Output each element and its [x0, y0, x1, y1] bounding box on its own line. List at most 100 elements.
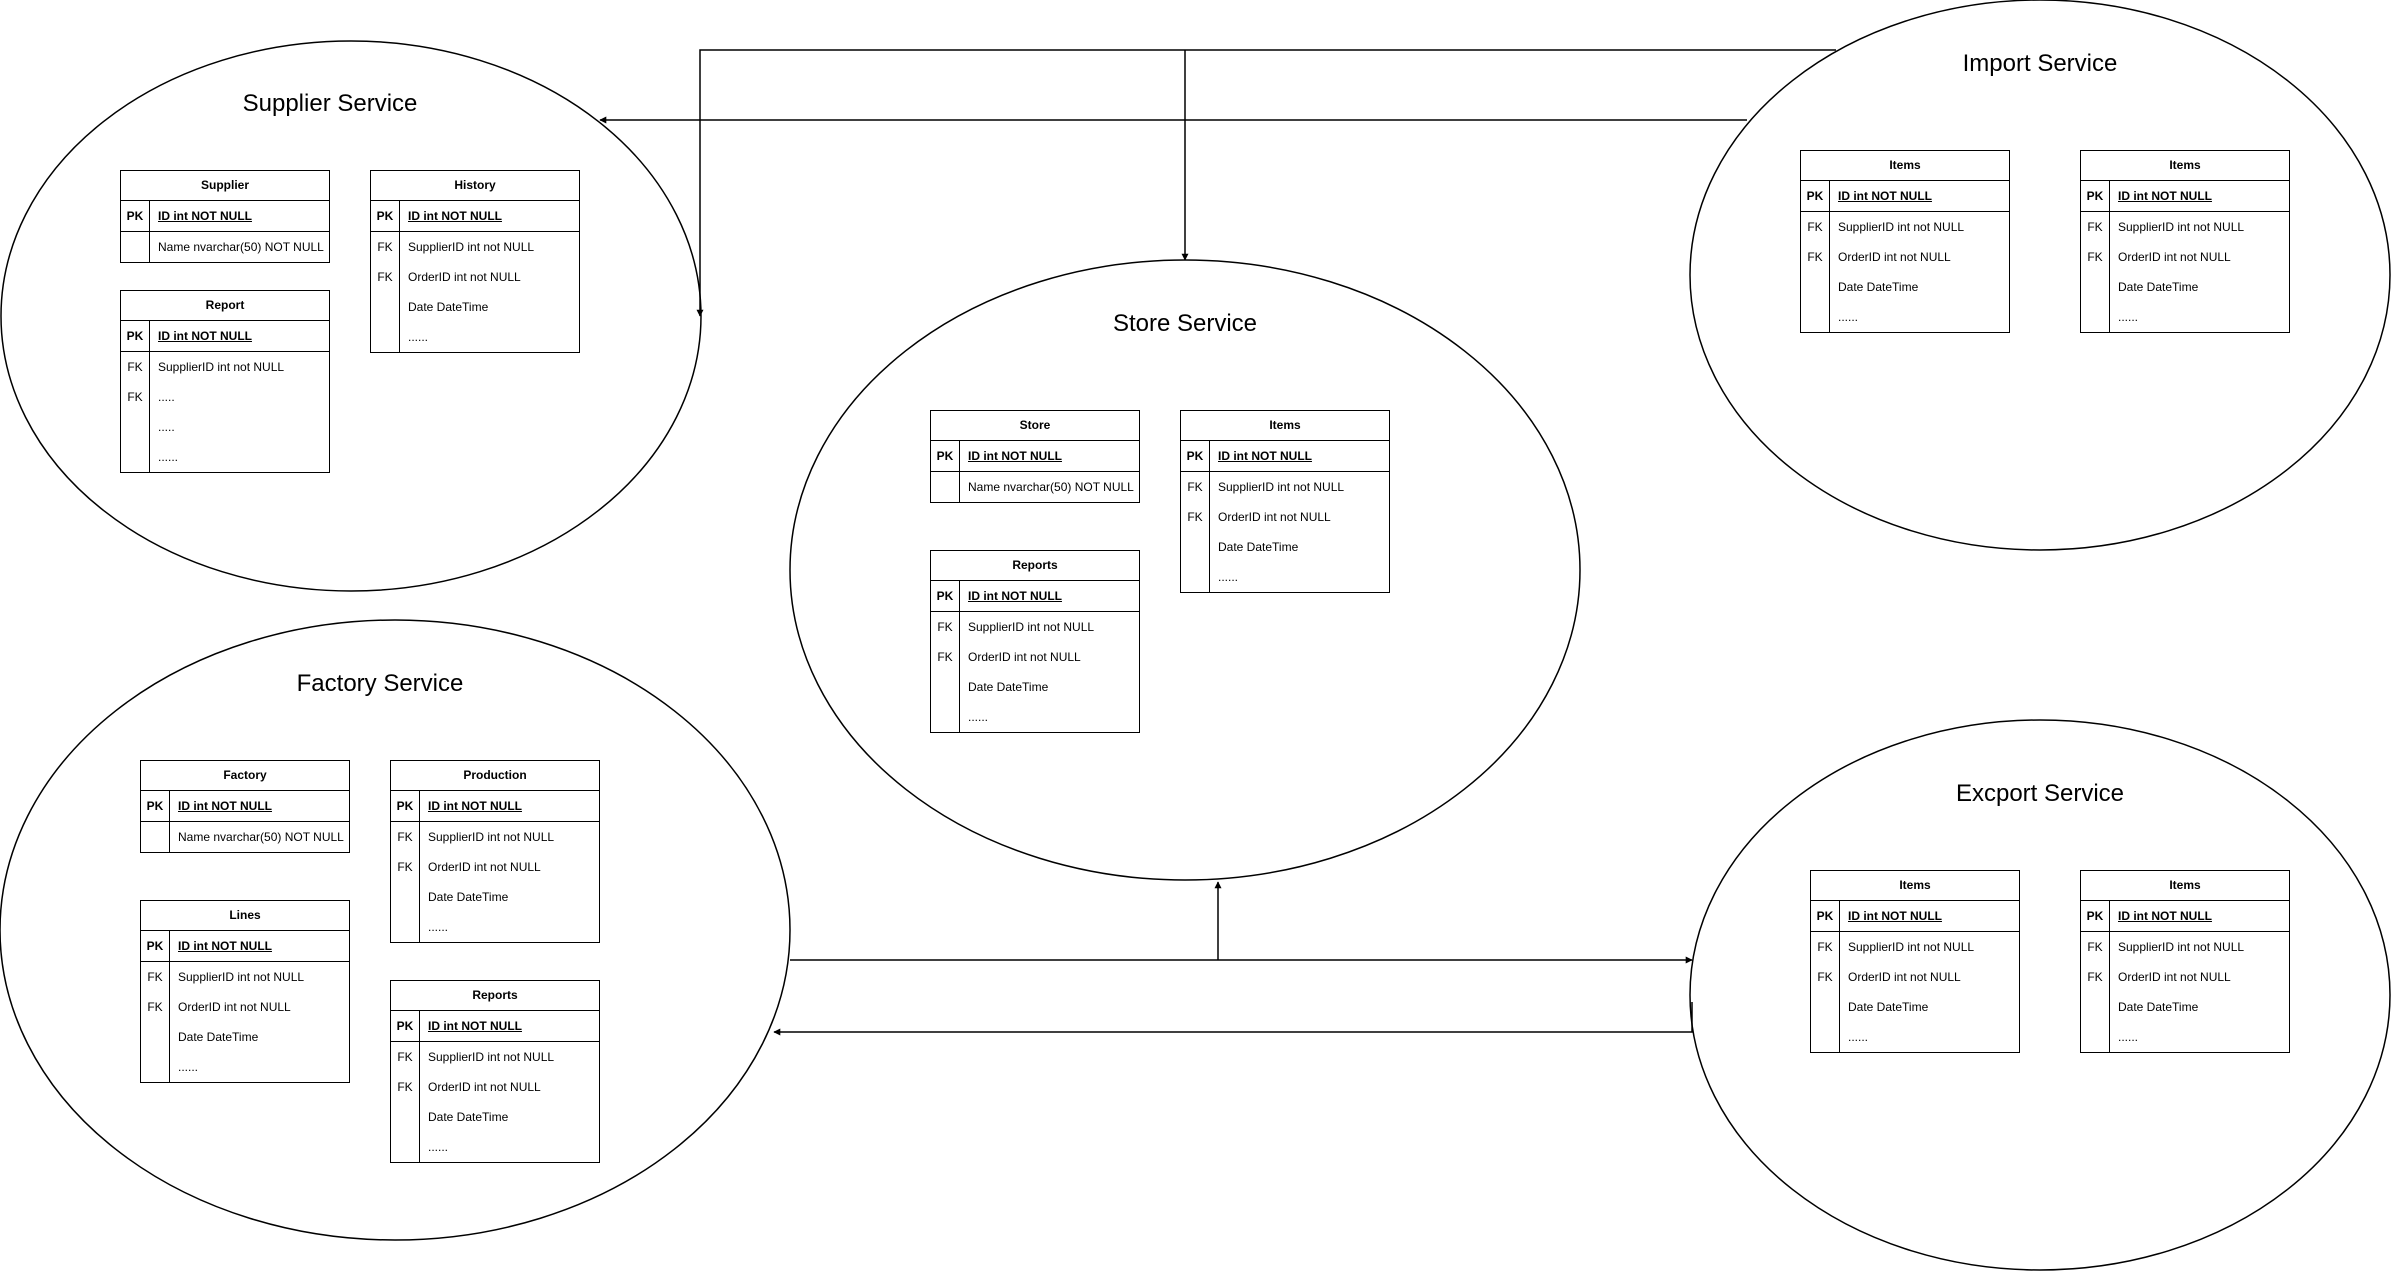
store-table: Store PK ID int NOT NULL Name nvarchar(50) … [930, 410, 1140, 503]
field-label: ID int NOT NULL [178, 799, 272, 813]
field-label: SupplierID int not NULL [428, 1050, 555, 1064]
field-column: ID int NOT NULL [420, 1011, 599, 1041]
connector-export-to-factory [773, 1002, 1693, 1036]
key-label: PK [2086, 189, 2104, 203]
key-label: FK [377, 240, 393, 254]
table-name: Reports [931, 551, 1139, 581]
key-label [2081, 302, 2109, 332]
field-label: ID int NOT NULL [2118, 909, 2212, 923]
field-column: SupplierID int not NULL OrderID int not N… [420, 1042, 599, 1162]
field-label: Date DateTime [428, 1110, 509, 1124]
key-label [141, 822, 169, 852]
field-label: SupplierID int not NULL [428, 830, 555, 844]
field-label: ...... [2118, 1030, 2139, 1044]
key-label [1811, 992, 1839, 1022]
field-label: OrderID int not NULL [428, 860, 541, 874]
columns-section: FK FK SupplierID int not NULL OrderID int n… [931, 612, 1139, 732]
key-column: FK FK [1811, 932, 1840, 1052]
export-items-table-2: Items PK ID int NOT NULL FK FK SupplierID int… [2080, 870, 2290, 1053]
field-label: SupplierID int not NULL [178, 970, 305, 984]
field-label: SupplierID int not NULL [1838, 220, 1965, 234]
field-label: SupplierID int not NULL [968, 620, 1095, 634]
key-label [141, 1022, 169, 1052]
field-label: SupplierID int not NULL [158, 360, 285, 374]
primary-key-section: PK ID int NOT NULL [121, 201, 329, 232]
columns-section: FK FK SupplierID int not NULL OrderID int n… [391, 822, 599, 942]
field-label: Name nvarchar(50) NOT NULL [158, 240, 324, 254]
field-column: ID int NOT NULL [150, 201, 329, 231]
field-label: Name nvarchar(50) NOT NULL [178, 830, 344, 844]
table-name: Factory [141, 761, 349, 791]
primary-key-section: PK ID int NOT NULL [2081, 901, 2289, 932]
field-label: ID int NOT NULL [408, 209, 502, 223]
key-column [121, 232, 150, 262]
field-column: Name nvarchar(50) NOT NULL [150, 232, 329, 262]
key-label: FK [147, 1000, 163, 1014]
key-label: FK [2087, 220, 2103, 234]
field-label: ...... [968, 710, 989, 724]
primary-key-section: PK ID int NOT NULL [391, 791, 599, 822]
field-label: Date DateTime [968, 680, 1049, 694]
field-column: SupplierID int not NULL OrderID int not N… [2110, 212, 2289, 332]
report-table: Report PK ID int NOT NULL FK FK SupplierID in… [120, 290, 330, 473]
key-column: PK [391, 1011, 420, 1041]
key-column: FK FK [2081, 212, 2110, 332]
key-label [391, 1132, 419, 1162]
field-label: ...... [1848, 1030, 1869, 1044]
key-column: PK [141, 791, 170, 821]
field-label: ID int NOT NULL [158, 209, 252, 223]
key-column: PK [391, 791, 420, 821]
key-label: FK [397, 830, 413, 844]
field-label: ID int NOT NULL [428, 799, 522, 813]
field-label: Date DateTime [1848, 1000, 1929, 1014]
field-label: OrderID int not NULL [428, 1080, 541, 1094]
key-label [2081, 272, 2109, 302]
key-label: FK [1807, 220, 1823, 234]
key-label: FK [1187, 480, 1203, 494]
columns-section: FK FK SupplierID int not NULL OrderID int n… [371, 232, 579, 352]
key-column: FK FK [391, 822, 420, 942]
field-label: OrderID int not NULL [2118, 250, 2231, 264]
key-label [391, 912, 419, 942]
factory-table: Factory PK ID int NOT NULL Name nvarchar(50… [140, 760, 350, 853]
key-column: FK FK [141, 962, 170, 1082]
columns-section: FK FK SupplierID int not NULL OrderID int n… [1811, 932, 2019, 1052]
key-label: FK [2087, 970, 2103, 984]
key-label [1181, 532, 1209, 562]
field-column: SupplierID int not NULL OrderID int not N… [400, 232, 579, 352]
key-label: PK [1816, 909, 1834, 923]
field-label: ID int NOT NULL [1838, 189, 1932, 203]
field-label: Date DateTime [408, 300, 489, 314]
store-service-title: Store Service [1112, 310, 1258, 337]
primary-key-section: PK ID int NOT NULL [931, 581, 1139, 612]
field-column: ID int NOT NULL [1840, 901, 2019, 931]
field-column: SupplierID int not NULL OrderID int not N… [1210, 472, 1389, 592]
field-label: Date DateTime [1218, 540, 1299, 554]
key-label: FK [397, 1050, 413, 1064]
supplier-table: Supplier PK ID int NOT NULL Name nvarchar(5… [120, 170, 330, 263]
field-column: ID int NOT NULL [400, 201, 579, 231]
table-name: Report [121, 291, 329, 321]
history-table: History PK ID int NOT NULL FK FK SupplierID i… [370, 170, 580, 353]
table-name: History [371, 171, 579, 201]
field-label: ID int NOT NULL [968, 589, 1062, 603]
key-label [931, 672, 959, 702]
field-label: SupplierID int not NULL [2118, 940, 2245, 954]
key-label: PK [126, 209, 144, 223]
key-label: FK [2087, 250, 2103, 264]
key-column: PK [121, 201, 150, 231]
key-column: PK [2081, 181, 2110, 211]
key-column [931, 472, 960, 502]
table-name: Production [391, 761, 599, 791]
field-label: ...... [158, 450, 179, 464]
key-label [371, 292, 399, 322]
field-column: ID int NOT NULL [170, 791, 349, 821]
diagram-canvas [0, 0, 2391, 1271]
key-column: PK [931, 441, 960, 471]
field-label: ID int NOT NULL [178, 939, 272, 953]
field-label: OrderID int not NULL [2118, 970, 2231, 984]
key-label: FK [127, 360, 143, 374]
field-label: SupplierID int not NULL [1218, 480, 1345, 494]
key-label: PK [1186, 449, 1204, 463]
field-label: ID int NOT NULL [428, 1019, 522, 1033]
